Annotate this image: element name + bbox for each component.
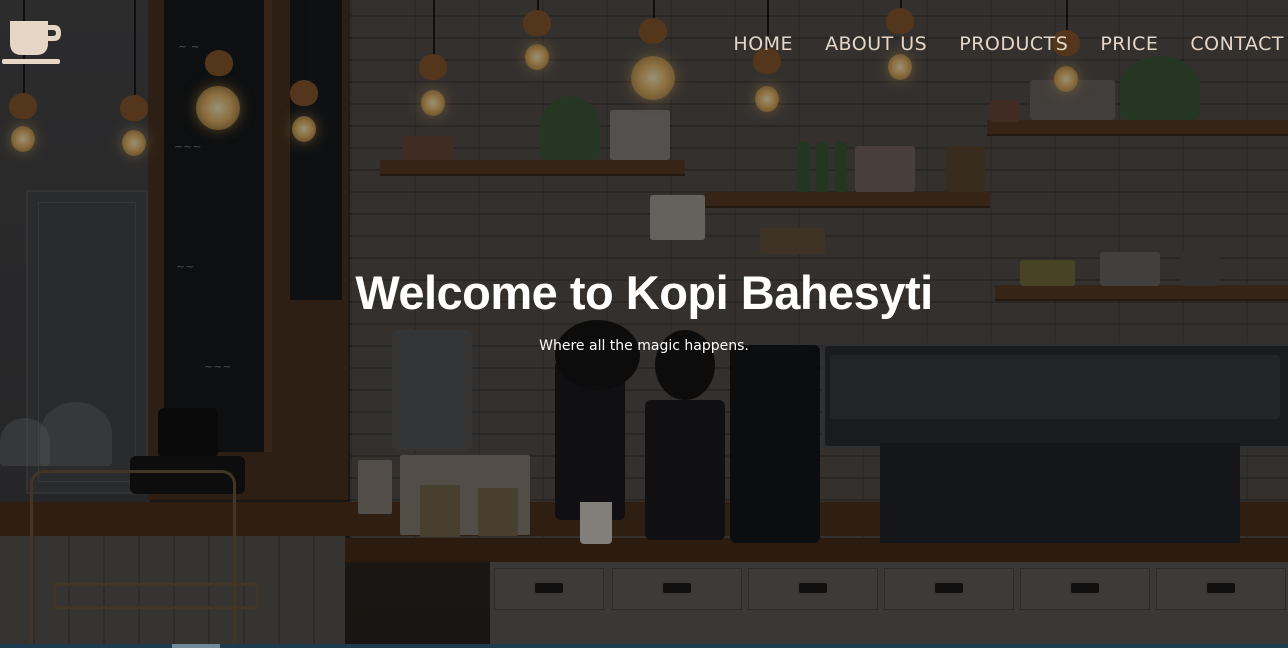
coffee-cup-icon-graphic: [2, 21, 61, 64]
nav-about-us[interactable]: ABOUT US: [825, 33, 927, 55]
nav-products[interactable]: PRODUCTS: [959, 33, 1068, 55]
nav-contact[interactable]: CONTACT: [1190, 33, 1284, 55]
hero-title: Welcome to Kopi Bahesyti: [355, 266, 933, 319]
coffee-cup-icon[interactable]: [2, 19, 62, 67]
hero-subtitle: Where all the magic happens.: [539, 338, 749, 354]
dark-overlay: [0, 0, 1288, 648]
hero-section: ~ ~ ~~~ ~~ ~~~ HOME ABOUT US PRODUCTS PR…: [0, 0, 1288, 648]
nav-home[interactable]: HOME: [733, 33, 793, 55]
bottom-scroll-indicator: [0, 644, 1288, 648]
cafe-background-image: ~ ~ ~~~ ~~ ~~~: [0, 0, 1288, 648]
nav-price[interactable]: PRICE: [1100, 33, 1158, 55]
main-navigation: HOME ABOUT US PRODUCTS PRICE CONTACT: [733, 30, 1284, 58]
